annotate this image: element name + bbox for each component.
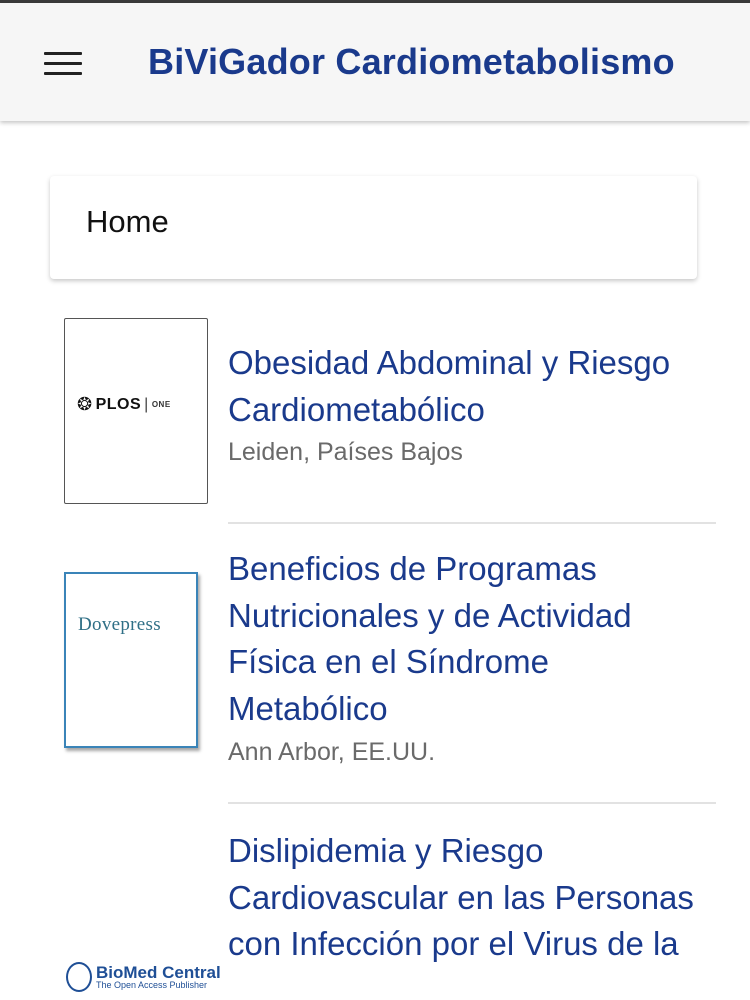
divider xyxy=(228,522,716,524)
biomed-ring-icon xyxy=(66,962,92,992)
breadcrumb-home[interactable]: Home xyxy=(86,204,169,240)
dovepress-logo-text: Dovepress xyxy=(78,614,161,635)
dovepress-logo[interactable]: Dovepress xyxy=(64,572,198,748)
article-location: Leiden, Países Bajos xyxy=(228,438,463,466)
article-title[interactable]: Dislipidemia y Riesgo Cardiovascular en … xyxy=(228,828,698,968)
app-bar: BiViGador Cardiometabolismo xyxy=(0,3,750,121)
app-title: BiViGador Cardiometabolismo xyxy=(148,41,675,82)
biomed-logo-name: BioMed Central xyxy=(96,963,221,982)
plos-logo-name: PLOS xyxy=(95,395,142,413)
article-location: Ann Arbor, EE.UU. xyxy=(228,738,436,766)
article-title[interactable]: Beneficios de Programas Nutricionales y … xyxy=(228,546,698,732)
hamburger-menu-icon[interactable] xyxy=(36,43,90,83)
plos-logo-suffix: ONE xyxy=(151,400,171,409)
plos-mark-icon: ❂ xyxy=(77,394,93,414)
biomed-logo-tagline: The Open Access Publisher xyxy=(96,980,208,990)
plos-one-logo[interactable]: ❂ PLOS | ONE xyxy=(64,318,208,504)
article-title[interactable]: Obesidad Abdominal y Riesgo Cardiometabó… xyxy=(228,340,698,433)
divider xyxy=(228,802,716,804)
biomed-central-logo[interactable]: BioMed Central The Open Access Publisher xyxy=(66,962,221,992)
breadcrumb[interactable]: Home xyxy=(50,176,697,279)
